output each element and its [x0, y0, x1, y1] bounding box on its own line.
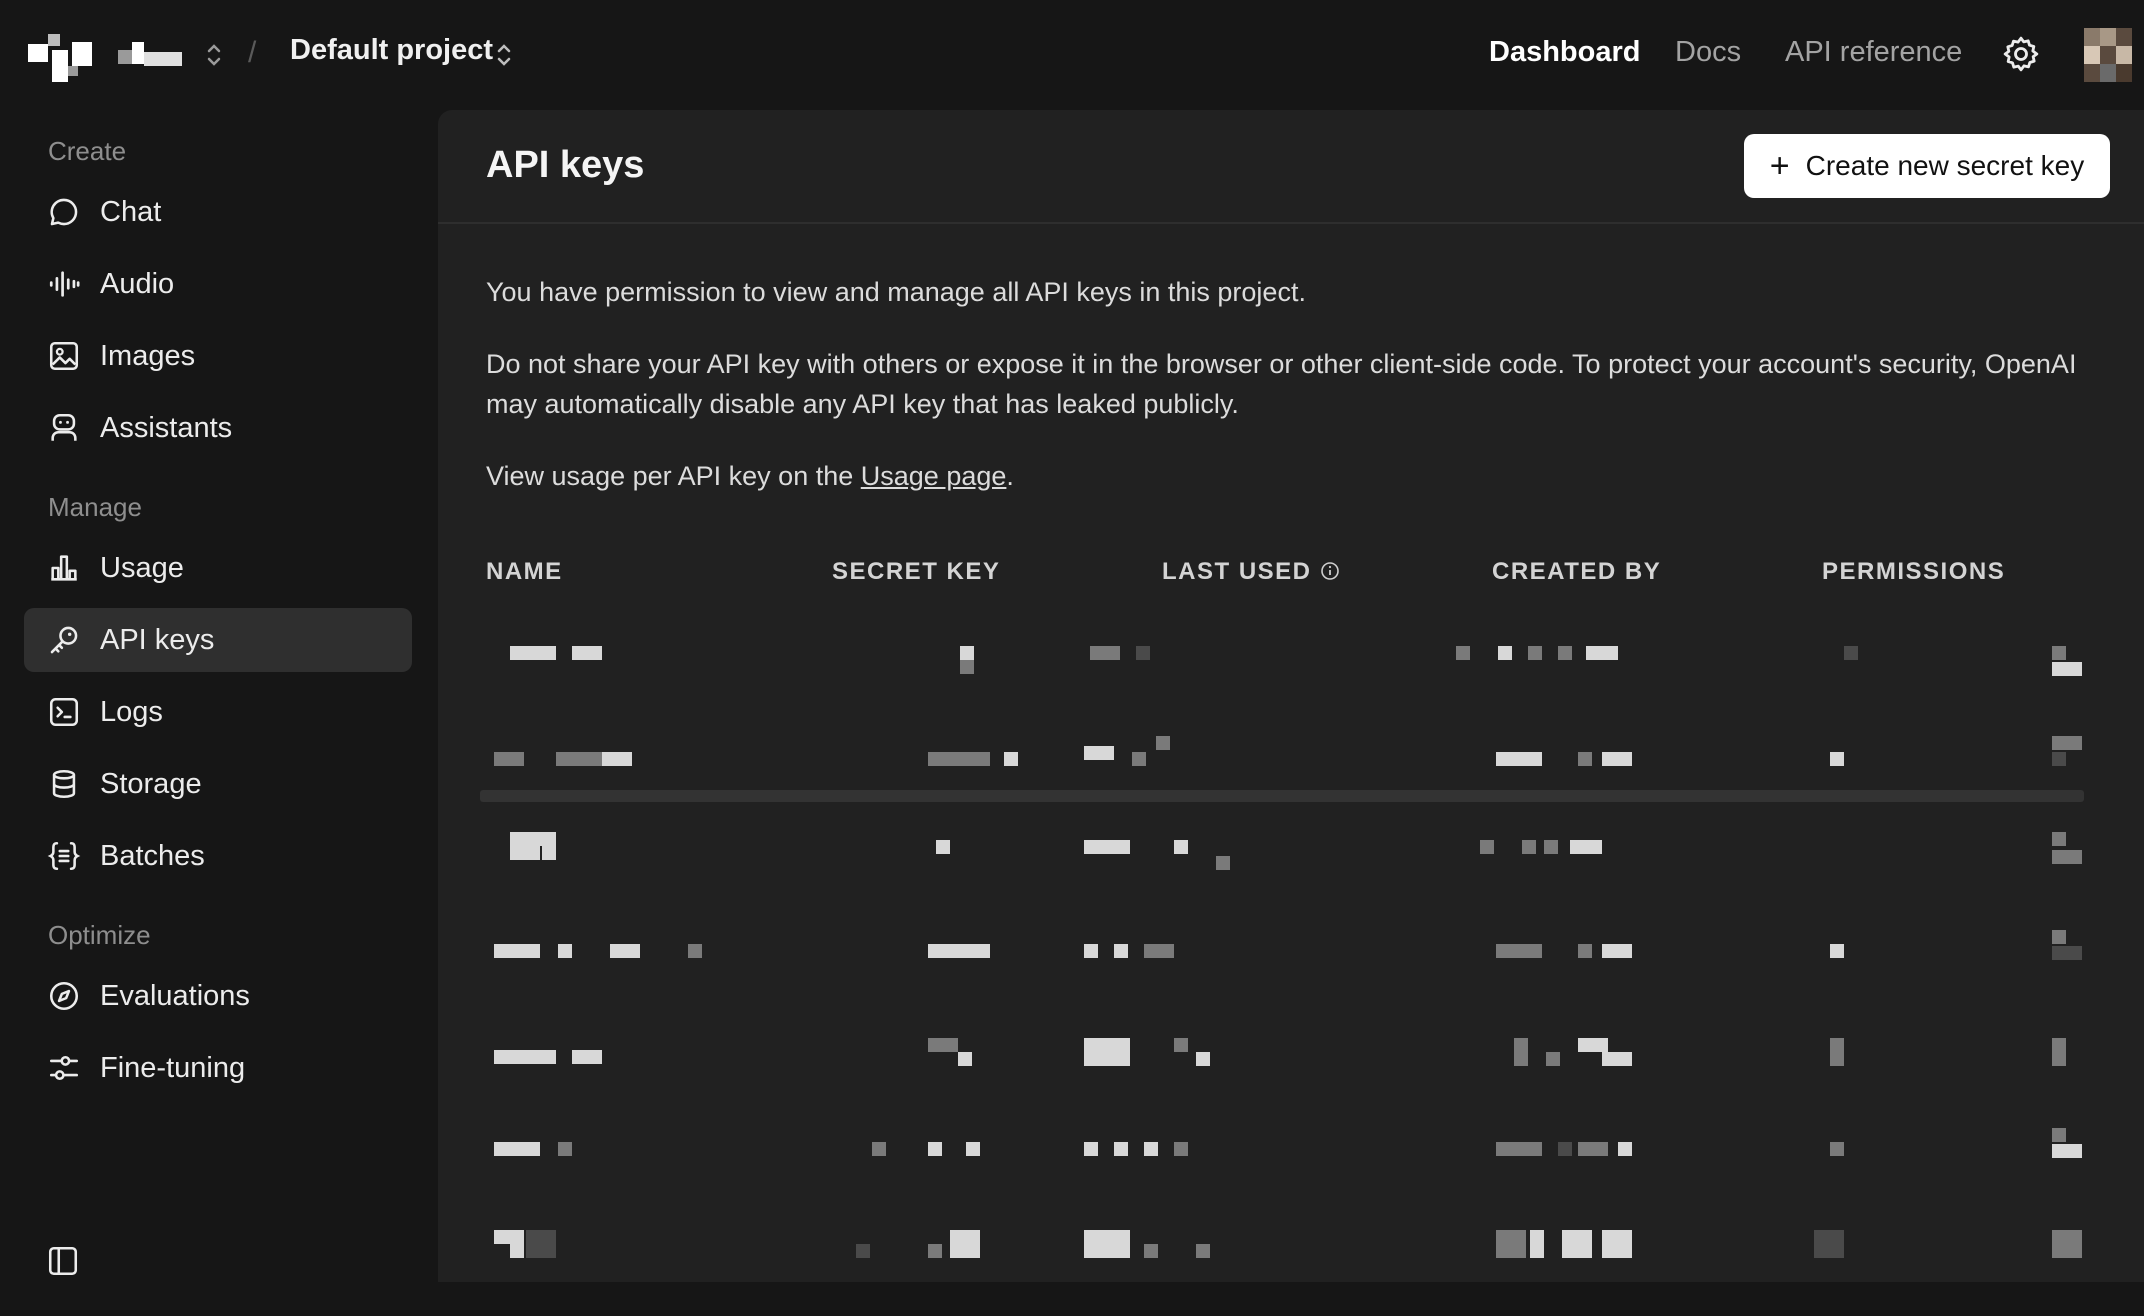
- plus-icon: +: [1769, 147, 1790, 185]
- sidebar-item-label: Usage: [100, 551, 184, 584]
- nav-dashboard[interactable]: Dashboard: [1489, 36, 1640, 69]
- column-header-permissions[interactable]: PERMISSIONS: [1822, 558, 2005, 586]
- user-avatar[interactable]: [2084, 28, 2132, 82]
- sidebar-item-label: Audio: [100, 267, 175, 300]
- table-row[interactable]: [480, 1120, 2084, 1220]
- image-icon: [46, 338, 82, 374]
- sidebar-item-label: Chat: [100, 195, 162, 228]
- sidebar-item-storage[interactable]: Storage: [24, 752, 412, 816]
- sidebar-item-audio[interactable]: Audio: [24, 252, 412, 316]
- bar-chart-icon: [46, 550, 82, 586]
- table-row[interactable]: [480, 1028, 2084, 1128]
- section-label-create: Create: [48, 136, 127, 166]
- sidebar-item-assistants[interactable]: Assistants: [24, 396, 412, 460]
- column-header-last-used[interactable]: LAST USED: [1162, 558, 1340, 586]
- sidebar-item-label: Storage: [100, 767, 202, 800]
- sidebar-item-label: Fine-tuning: [100, 1051, 246, 1084]
- sidebar-item-batches[interactable]: Batches: [24, 824, 412, 888]
- compass-icon: [46, 978, 82, 1014]
- section-label-manage: Manage: [48, 492, 142, 522]
- sidebar-item-chat[interactable]: Chat: [24, 180, 412, 244]
- table-row[interactable]: [480, 726, 2084, 826]
- sidebar-item-label: Batches: [100, 839, 205, 872]
- sidebar-item-label: Assistants: [100, 411, 233, 444]
- section-label-optimize: Optimize: [48, 920, 151, 950]
- nav-api-reference[interactable]: API reference: [1785, 36, 1962, 69]
- page-header: API keys + Create new secret key: [438, 110, 2144, 224]
- project-switcher[interactable]: Default project: [290, 34, 493, 67]
- chat-bubble-icon: [46, 194, 82, 230]
- usage-notice-prefix: View usage per API key on the: [486, 461, 854, 491]
- column-header-name[interactable]: NAME: [486, 558, 563, 586]
- horizontal-scrollbar[interactable]: [480, 790, 2084, 802]
- sidebar-toggle-icon[interactable]: [46, 1244, 80, 1278]
- usage-notice: View usage per API key on the Usage page…: [486, 456, 1014, 496]
- sidebar-item-fine-tuning[interactable]: Fine-tuning: [24, 1036, 412, 1100]
- security-warning: Do not share your API key with others or…: [486, 349, 2077, 419]
- sidebar-item-label: Images: [100, 339, 196, 372]
- info-icon[interactable]: [1320, 561, 1340, 581]
- table-row[interactable]: [480, 922, 2084, 1022]
- create-secret-key-button[interactable]: + Create new secret key: [1744, 134, 2110, 198]
- sidebar: Create Chat Audio Images Assistants Mana…: [0, 110, 438, 1282]
- audio-waveform-icon: [46, 266, 82, 302]
- permission-notice: You have permission to view and manage a…: [486, 277, 1306, 307]
- sidebar-item-images[interactable]: Images: [24, 324, 412, 388]
- usage-page-link[interactable]: Usage page: [861, 461, 1007, 491]
- organization-avatar-icon[interactable]: [118, 36, 182, 70]
- sidebar-item-evaluations[interactable]: Evaluations: [24, 964, 412, 1028]
- top-bar: / Default project Dashboard Docs API ref…: [0, 0, 2144, 110]
- sidebar-item-label: Logs: [100, 695, 163, 728]
- sidebar-item-logs[interactable]: Logs: [24, 680, 412, 744]
- usage-notice-suffix: .: [1006, 461, 1014, 491]
- column-header-last-used-label: LAST USED: [1162, 558, 1312, 585]
- key-icon: [46, 622, 82, 658]
- robot-icon: [46, 410, 82, 446]
- sliders-icon: [46, 1050, 82, 1086]
- breadcrumb-separator: /: [248, 36, 257, 69]
- database-icon: [46, 766, 82, 802]
- project-switcher-chevron-icon[interactable]: [493, 38, 515, 72]
- page-title: API keys: [486, 144, 645, 186]
- sidebar-item-label: Evaluations: [100, 979, 250, 1012]
- column-header-secret-key[interactable]: SECRET KEY: [832, 558, 1000, 586]
- column-header-created-by[interactable]: CREATED BY: [1492, 558, 1661, 586]
- org-logo-icon[interactable]: [28, 28, 92, 82]
- sidebar-item-api-keys[interactable]: API keys: [24, 608, 412, 672]
- braces-list-icon: [46, 838, 82, 874]
- gear-icon[interactable]: [2001, 34, 2041, 74]
- create-secret-key-label: Create new secret key: [1805, 150, 2085, 181]
- main-panel: API keys + Create new secret key You hav…: [438, 110, 2144, 1282]
- org-switcher-chevron-icon[interactable]: [203, 38, 225, 72]
- sidebar-item-usage[interactable]: Usage: [24, 536, 412, 600]
- table-row[interactable]: [480, 1216, 2084, 1316]
- sidebar-item-label: API keys: [100, 623, 215, 656]
- terminal-icon: [46, 694, 82, 730]
- table-row[interactable]: [480, 620, 2084, 720]
- table-row[interactable]: [480, 816, 2084, 916]
- nav-docs[interactable]: Docs: [1675, 36, 1741, 69]
